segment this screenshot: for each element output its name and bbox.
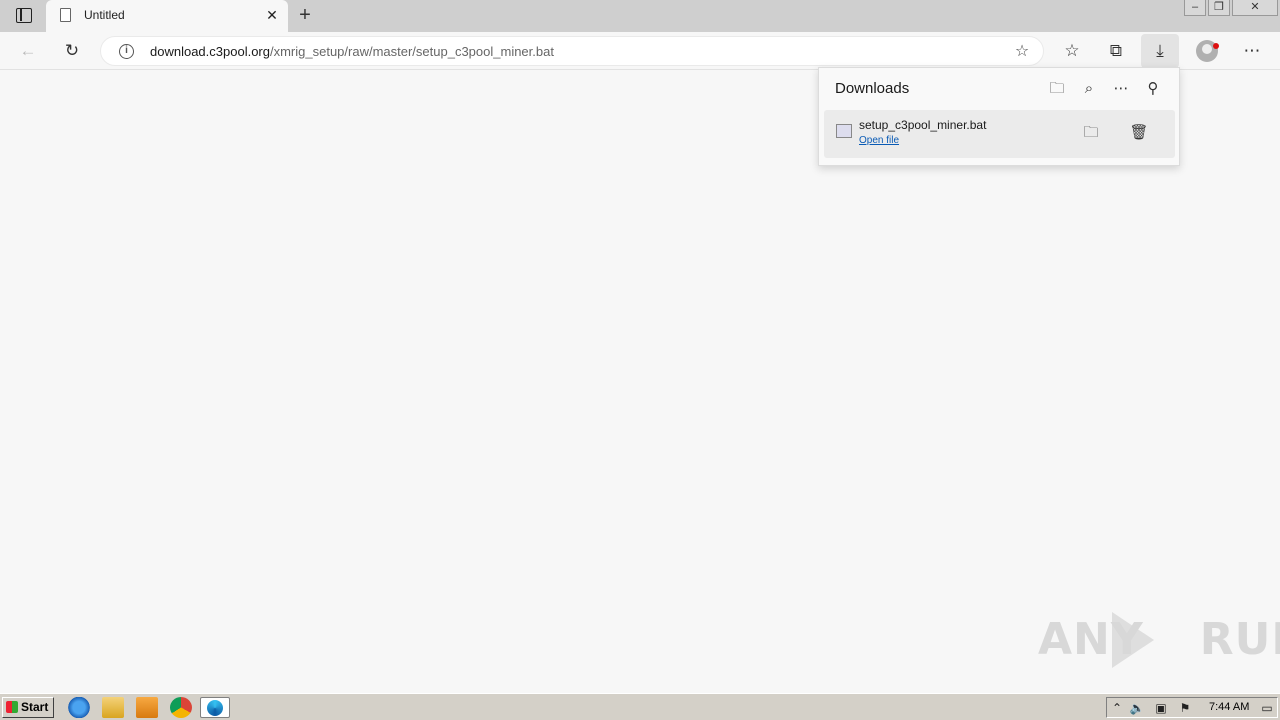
download-file-name: setup_c3pool_miner.bat [859,118,987,132]
more-icon[interactable]: ⋯ [1238,37,1266,65]
new-tab-icon[interactable]: + [294,5,316,27]
edge-icon [207,700,223,716]
edge-taskbar-button[interactable] [200,697,230,718]
notification-dot [1213,43,1219,49]
navigation-bar: ← ↻ i download.c3pool.org/xmrig_setup/ra… [0,32,1280,70]
show-desktop-icon[interactable]: ▭ [1259,700,1275,716]
windows-logo-icon [6,701,18,713]
back-arrow-icon[interactable]: ← [14,37,42,65]
downloads-title: Downloads [835,80,910,97]
internet-explorer-icon[interactable] [68,697,90,718]
url-path: /xmrig_setup/raw/master/setup_c3pool_min… [269,44,554,59]
favorites-icon[interactable]: ☆ [1058,37,1086,65]
tab-title: Untitled [84,8,125,22]
address-bar[interactable]: i download.c3pool.org/xmrig_setup/raw/ma… [100,36,1044,66]
url-text[interactable]: download.c3pool.org/xmrig_setup/raw/mast… [150,44,554,59]
network-icon[interactable]: ▣ [1153,700,1169,716]
close-tab-icon[interactable]: ✕ [264,7,280,23]
close-window-button[interactable]: ✕ [1232,0,1278,16]
file-icon [836,124,852,138]
flag-icon[interactable]: ⚑ [1177,700,1193,716]
more-options-icon[interactable]: ⋯ [1109,77,1133,101]
start-button[interactable]: Start [2,697,54,718]
tab-strip: Untitled ✕ + – ❐ ✕ [0,0,1280,32]
download-icon[interactable]: ⤓ [1146,37,1174,65]
tab-actions-icon[interactable] [16,8,32,23]
collections-icon[interactable]: ⧉ [1102,37,1130,65]
minimize-button[interactable]: – [1184,0,1206,16]
volume-icon[interactable]: 🔈 [1129,700,1145,716]
taskbar: Start ⌃ 🔈 ▣ ⚑ 7:44 AM ▭ [0,693,1280,720]
info-icon[interactable]: i [119,44,134,59]
open-folder-icon[interactable]: 🗀 [1045,77,1069,101]
start-label: Start [21,700,49,714]
refresh-icon[interactable]: ↻ [58,37,86,65]
restore-button[interactable]: ❐ [1208,0,1230,16]
clock[interactable]: 7:44 AM [1209,701,1249,713]
system-tray: ⌃ 🔈 ▣ ⚑ 7:44 AM ▭ [1106,697,1278,718]
watermark-left: ANY [1038,614,1144,665]
page-icon [60,8,71,22]
add-favorite-icon[interactable]: ☆ [1011,41,1033,63]
file-explorer-icon[interactable] [102,697,124,718]
chrome-icon[interactable] [170,697,192,718]
open-file-link[interactable]: Open file [859,135,899,146]
show-in-folder-icon[interactable]: 🗀 [1080,122,1102,144]
watermark: ANY RUN [1038,614,1280,665]
downloads-panel: Downloads 🗀 ⌕ ⋯ ⚲ setup_c3pool_miner.bat… [818,67,1180,166]
search-icon[interactable]: ⌕ [1077,77,1101,101]
media-player-icon[interactable] [136,697,158,718]
delete-icon[interactable]: 🗑 [1128,122,1150,144]
watermark-right: RUN [1199,614,1280,665]
pin-icon[interactable]: ⚲ [1141,77,1165,101]
download-item[interactable]: setup_c3pool_miner.bat Open file 🗀 🗑 [824,110,1175,158]
show-hidden-icons-icon[interactable]: ⌃ [1109,700,1125,716]
tab-untitled[interactable]: Untitled ✕ [46,0,288,32]
url-domain: download.c3pool.org [150,44,270,59]
